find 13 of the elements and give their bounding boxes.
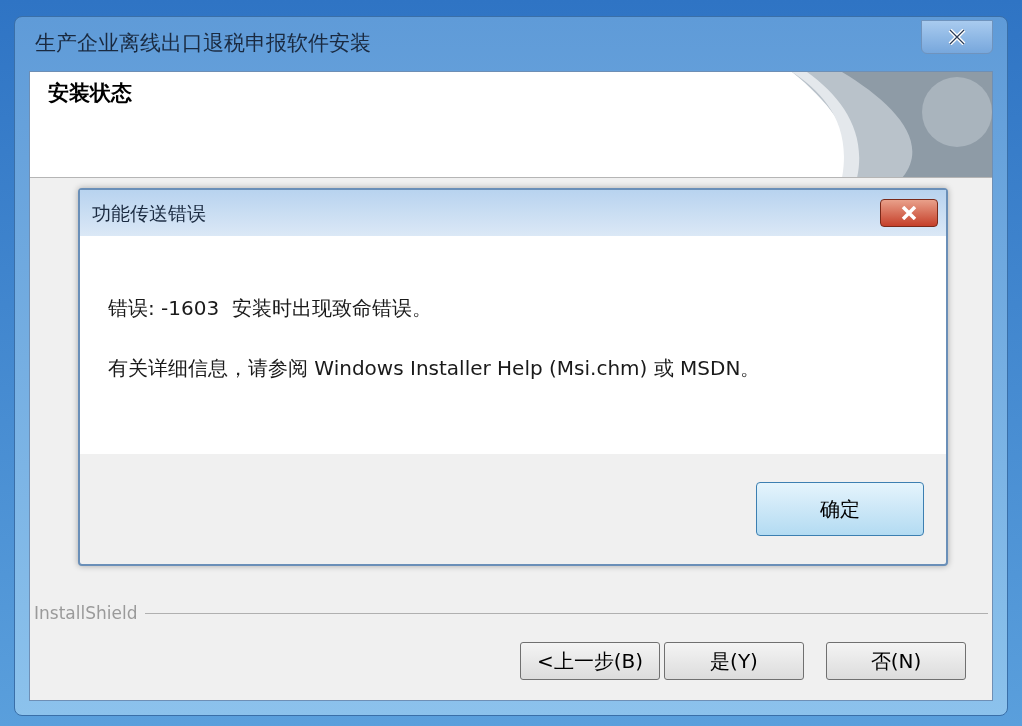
close-button[interactable] <box>880 199 938 227</box>
close-icon <box>901 206 917 220</box>
close-icon <box>948 29 966 45</box>
dialog-title: 功能传送错误 <box>92 200 206 226</box>
wizard-button[interactable]: 是(Y) <box>664 642 804 680</box>
error-message: 错误: -1603 安装时出现致命错误。 <box>108 296 433 320</box>
ok-button[interactable]: 确定 <box>756 482 924 536</box>
installshield-label: InstallShield <box>34 601 138 625</box>
wizard-button[interactable]: 否(N) <box>826 642 966 680</box>
error-message: 有关详细信息，请参阅 Windows Installer Help (Msi.chm) 或 MSDN。 <box>108 356 762 380</box>
window-title: 生产企业离线出口退税申报软件安装 <box>34 30 371 58</box>
wizard-button[interactable]: <上一步(B) <box>520 642 660 680</box>
header-title: 安装状态 <box>47 80 132 107</box>
